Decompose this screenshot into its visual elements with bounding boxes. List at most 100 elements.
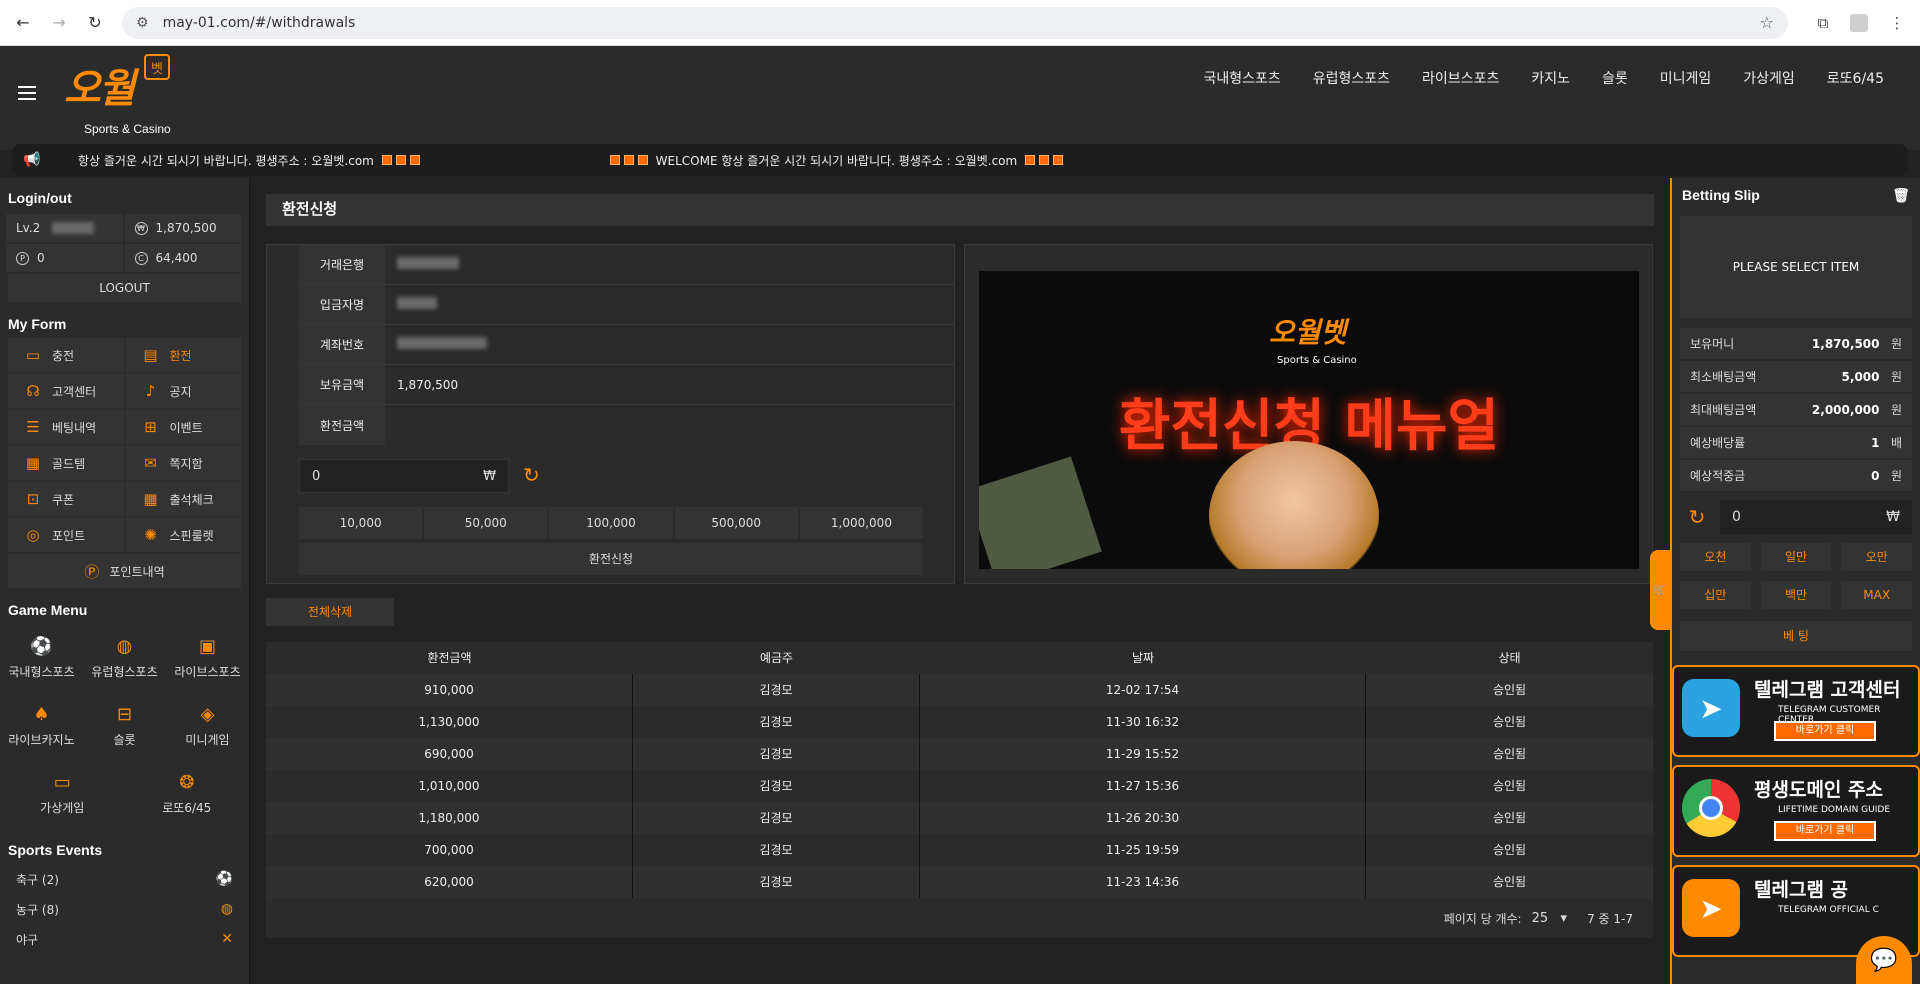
banner-image[interactable]: 오월벳 Sports & Casino 환전신청 메뉴얼	[979, 271, 1639, 569]
cell-date: 11-25 19:59	[920, 834, 1366, 867]
game-euro-sports[interactable]: ◍ 유럽형스포츠	[83, 624, 166, 692]
game-slot[interactable]: ⊟ 슬롯	[83, 692, 166, 760]
place-bet-button[interactable]: 베 팅	[1680, 621, 1912, 651]
baseball-icon: ✕	[221, 931, 233, 947]
quick-amounts: 오천 일만 오만 십만 백만 MAX	[1680, 543, 1912, 609]
promo-go-button[interactable]: 바로가기 클릭	[1774, 821, 1876, 841]
chat-bubble-icon[interactable]: 💬	[1856, 936, 1912, 984]
point-history-button[interactable]: Ⓟ 포인트내역	[8, 554, 241, 588]
quick-5000-button[interactable]: 오천	[1680, 543, 1751, 571]
cell-status: 승인됨	[1366, 866, 1653, 899]
sport-item-baseball[interactable]: 야구 ✕	[0, 924, 249, 954]
game-live-casino[interactable]: ♠ 라이브카지노	[0, 692, 83, 760]
table-row: 1,010,000 김경모 11-27 15:36 승인됨	[266, 770, 1653, 803]
url-text[interactable]: may-01.com/#/withdrawals	[163, 15, 1760, 31]
menu-dots-icon[interactable]: ⋮	[1884, 10, 1910, 36]
forward-icon[interactable]: →	[46, 10, 72, 36]
extensions-icon[interactable]: ⧉	[1810, 10, 1836, 36]
preset-10000-button[interactable]: 10,000	[299, 507, 423, 539]
betting-slip: Betting Slip 🗑 PLEASE SELECT ITEM 보유머니 1,8…	[1670, 178, 1920, 984]
bet-amount-row: ↻ 0 ₩	[1680, 499, 1912, 535]
logo-mark: 오월	[64, 65, 136, 112]
calendar-icon: ▦	[143, 490, 158, 508]
bookmark-star-icon[interactable]: ☆	[1760, 13, 1774, 32]
form-item-notice[interactable]: ♪ 공지	[125, 374, 241, 408]
won-symbol: ₩	[1886, 509, 1900, 525]
withdraw-form: 거래은행 입금자명 계좌번호 보유금액 1,870,500 환전금액 0 ₩ ↻ 1…	[266, 244, 955, 584]
game-menu-grid: ⚽ 국내형스포츠 ◍ 유럽형스포츠 ▣ 라이브스포츠 ♠ 라이브카지노 ⊟ 슬롯 ◈ 미니게…	[0, 624, 249, 760]
sports-ball-icon: ⚽	[30, 636, 53, 657]
slip-row: 예상적중금 0 원	[1680, 460, 1912, 491]
preset-1000000-button[interactable]: 1,000,000	[799, 507, 924, 539]
trash-icon[interactable]: 🗑	[1892, 187, 1910, 204]
nav-item-minigame[interactable]: 미니게임	[1644, 68, 1728, 88]
game-minigame[interactable]: ◈ 미니게임	[166, 692, 249, 760]
form-item-withdraw[interactable]: ▤ 환전	[125, 338, 241, 372]
form-item-event[interactable]: ⊞ 이벤트	[125, 410, 241, 444]
site-logo[interactable]: 오월 벳 Sports & Casino	[64, 54, 189, 136]
game-live-sports[interactable]: ▣ 라이브스포츠	[166, 624, 249, 692]
form-item-deposit[interactable]: ▭ 충전	[8, 338, 124, 372]
nav-item-domestic-sports[interactable]: 국내형스포츠	[1187, 68, 1296, 88]
form-item-attendance[interactable]: ▦ 출석체크	[125, 482, 241, 516]
game-domestic-sports[interactable]: ⚽ 국내형스포츠	[0, 624, 83, 692]
submit-withdraw-button[interactable]: 환전신청	[299, 543, 923, 575]
form-item-messages[interactable]: ✉ 쪽지함	[125, 446, 241, 480]
slip-row-unit: 원	[1890, 370, 1902, 384]
nav-item-lotto[interactable]: 로또6/45	[1811, 68, 1900, 88]
promo-domain-guide[interactable]: 평생도메인 주소 LIFETIME DOMAIN GUIDE 바로가기 클릭	[1672, 765, 1920, 857]
promo-go-button[interactable]: 바로가기 클릭	[1774, 721, 1876, 741]
nav-item-live-sports[interactable]: 라이브스포츠	[1406, 68, 1515, 88]
address-bar[interactable]: ⚙ may-01.com/#/withdrawals ☆	[122, 6, 1788, 39]
back-icon[interactable]: ←	[10, 10, 36, 36]
virtual-icon: ▭	[53, 772, 71, 793]
nav-item-virtual[interactable]: 가상게임	[1727, 68, 1811, 88]
profile-avatar[interactable]	[1850, 13, 1868, 32]
account-label: 계좌번호	[299, 325, 385, 364]
promo-telegram-support[interactable]: ➤ 텔레그램 고객센터 TELEGRAM CUSTOMER CENTER 바로가…	[1672, 665, 1920, 757]
form-item-bet-history[interactable]: ☰ 베팅내역	[8, 410, 124, 444]
form-item-support[interactable]: ☊ 고객센터	[8, 374, 124, 408]
game-virtual[interactable]: ▭ 가상게임	[0, 760, 125, 828]
game-menu-grid-2: ▭ 가상게임 ❂ 로또6/45	[0, 760, 249, 828]
amount-input[interactable]: 0 ₩	[299, 459, 509, 493]
form-item-gold[interactable]: ▦ 골드템	[8, 446, 124, 480]
delete-all-button[interactable]: 전체삭제	[266, 598, 394, 626]
bet-refresh-icon[interactable]: ↻	[1680, 505, 1714, 529]
preset-500000-button[interactable]: 500,000	[674, 507, 798, 539]
form-item-roulette[interactable]: ✺ 스핀룰렛	[125, 518, 241, 552]
bet-amount-input[interactable]: 0 ₩	[1720, 500, 1912, 534]
telegram-icon: ➤	[1682, 879, 1740, 937]
nav-item-slot[interactable]: 슬롯	[1586, 68, 1644, 88]
quick-100000-button[interactable]: 십만	[1680, 581, 1751, 609]
logout-button[interactable]: LOGOUT	[8, 274, 241, 302]
game-lotto[interactable]: ❂ 로또6/45	[125, 760, 250, 828]
quick-50000-button[interactable]: 오만	[1841, 543, 1912, 571]
slip-title: Betting Slip	[1682, 187, 1760, 203]
cell-holder: 김경모	[633, 802, 920, 835]
quick-10000-button[interactable]: 일만	[1760, 543, 1832, 571]
cart-tab-icon[interactable]: 🛒	[1650, 550, 1670, 630]
site-info-icon[interactable]: ⚙	[136, 15, 149, 31]
won-symbol: ₩	[483, 468, 496, 484]
form-item-point[interactable]: ◎ 포인트	[8, 518, 124, 552]
reload-icon[interactable]: ↻	[82, 10, 108, 36]
page-title: 환전신청	[266, 194, 1654, 226]
preset-100000-button[interactable]: 100,000	[549, 507, 673, 539]
quick-1000000-button[interactable]: 백만	[1760, 581, 1832, 609]
account-value	[385, 337, 487, 352]
refresh-icon[interactable]: ↻	[523, 463, 540, 487]
preset-50000-button[interactable]: 50,000	[424, 507, 548, 539]
main-content: 환전신청 거래은행 입금자명 계좌번호 보유금액 1,870,500 환전금액 0…	[250, 178, 1670, 984]
sport-item-basketball[interactable]: 농구 (8) ◍	[0, 894, 249, 924]
per-page-select[interactable]: 25 ▾	[1532, 911, 1567, 926]
hamburger-menu-icon[interactable]	[18, 86, 36, 100]
col-date: 날짜	[920, 642, 1366, 674]
cell-amount: 700,000	[266, 834, 633, 867]
notice-ticker: 📢 항상 즐거운 시간 되시기 바랍니다. 평생주소 : 오월벳.com WEL…	[12, 144, 1908, 176]
nav-item-euro-sports[interactable]: 유럽형스포츠	[1297, 68, 1406, 88]
nav-item-casino[interactable]: 카지노	[1515, 68, 1586, 88]
quick-max-button[interactable]: MAX	[1841, 581, 1912, 609]
form-item-coupon[interactable]: ⊡ 쿠폰	[8, 482, 124, 516]
sport-item-soccer[interactable]: 축구 (2) ⚽	[0, 864, 249, 894]
